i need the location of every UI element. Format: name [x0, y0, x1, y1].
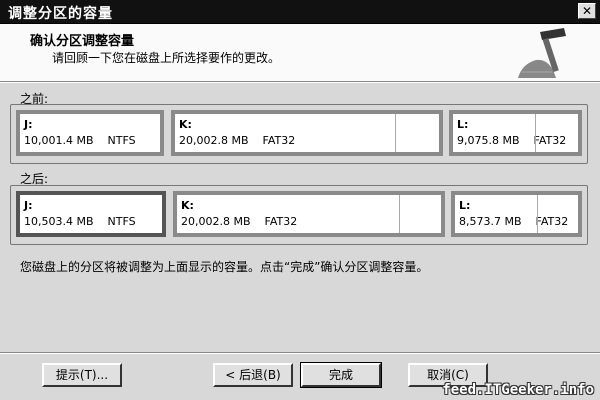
partition-size: 20,002.8 MB — [181, 215, 251, 228]
hint-button[interactable]: 提示(T)... — [42, 363, 122, 387]
summary-message: 您磁盘上的分区将被调整为上面显示的容量。点击“完成”确认分区调整容量。 — [20, 260, 429, 274]
partition-fs: FAT32 — [264, 215, 298, 228]
header-subtitle: 请回顾一下您在磁盘上所选择要作的更改。 — [52, 51, 281, 65]
partition-size: 20,002.8 MB — [179, 134, 249, 147]
close-icon: ✕ — [581, 4, 593, 18]
title-bar: 调整分区的容量 ✕ — [0, 0, 600, 24]
header-title: 确认分区调整容量 — [30, 34, 135, 49]
partition-after-k[interactable]: K: 20,002.8 MB FAT32 — [173, 191, 445, 237]
partition-info: 10,503.4 MB NTFS — [24, 215, 136, 228]
before-disk-map: J: 10,001.4 MB NTFS K: 20,002.8 MB FAT32 L… — [10, 104, 588, 164]
usage-marker — [399, 195, 400, 233]
partition-size: 10,503.4 MB — [24, 215, 94, 228]
finish-button[interactable]: 完成 — [300, 362, 382, 388]
close-button[interactable]: ✕ — [578, 3, 596, 19]
partition-info: 20,002.8 MB FAT32 — [181, 215, 297, 228]
wizard-header: 确认分区调整容量 请回顾一下您在磁盘上所选择要作的更改。 — [0, 24, 600, 82]
partition-drive: L: — [459, 199, 471, 212]
partition-fs: FAT32 — [535, 215, 569, 228]
partition-fs: NTFS — [107, 215, 136, 228]
partition-drive: J: — [24, 118, 33, 131]
partition-after-l[interactable]: L: 8,573.7 MB FAT32 — [451, 191, 582, 237]
partition-drive: J: — [24, 199, 33, 212]
hammer-icon — [518, 28, 566, 78]
partition-drive: K: — [181, 199, 194, 212]
partition-info: 10,001.4 MB NTFS — [24, 134, 136, 147]
partition-size: 9,075.8 MB — [457, 134, 520, 147]
watermark: feed.ITGeeker.info — [442, 382, 594, 398]
partition-info: 20,002.8 MB FAT32 — [179, 134, 295, 147]
header-divider — [0, 82, 600, 83]
partition-drive: K: — [179, 118, 192, 131]
partition-info: 9,075.8 MB FAT32 — [457, 134, 566, 147]
partition-before-k[interactable]: K: 20,002.8 MB FAT32 — [171, 110, 443, 156]
partition-size: 10,001.4 MB — [24, 134, 94, 147]
window-title: 调整分区的容量 — [8, 6, 113, 22]
footer-divider-highlight — [0, 353, 600, 354]
partition-drive: L: — [457, 118, 469, 131]
usage-marker — [535, 114, 536, 152]
partition-size: 8,573.7 MB — [459, 215, 522, 228]
partition-fs: FAT32 — [533, 134, 567, 147]
partition-after-j[interactable]: J: 10,503.4 MB NTFS — [16, 191, 166, 237]
partition-before-j[interactable]: J: 10,001.4 MB NTFS — [16, 110, 164, 156]
partition-info: 8,573.7 MB FAT32 — [459, 215, 568, 228]
partition-fs: NTFS — [107, 134, 136, 147]
partition-before-l[interactable]: L: 9,075.8 MB FAT32 — [449, 110, 582, 156]
partition-fs: FAT32 — [262, 134, 296, 147]
usage-marker — [395, 114, 396, 152]
back-button[interactable]: < 后退(B) — [213, 363, 293, 387]
after-disk-map: J: 10,503.4 MB NTFS K: 20,002.8 MB FAT32 L… — [10, 185, 588, 245]
usage-marker — [537, 195, 538, 233]
